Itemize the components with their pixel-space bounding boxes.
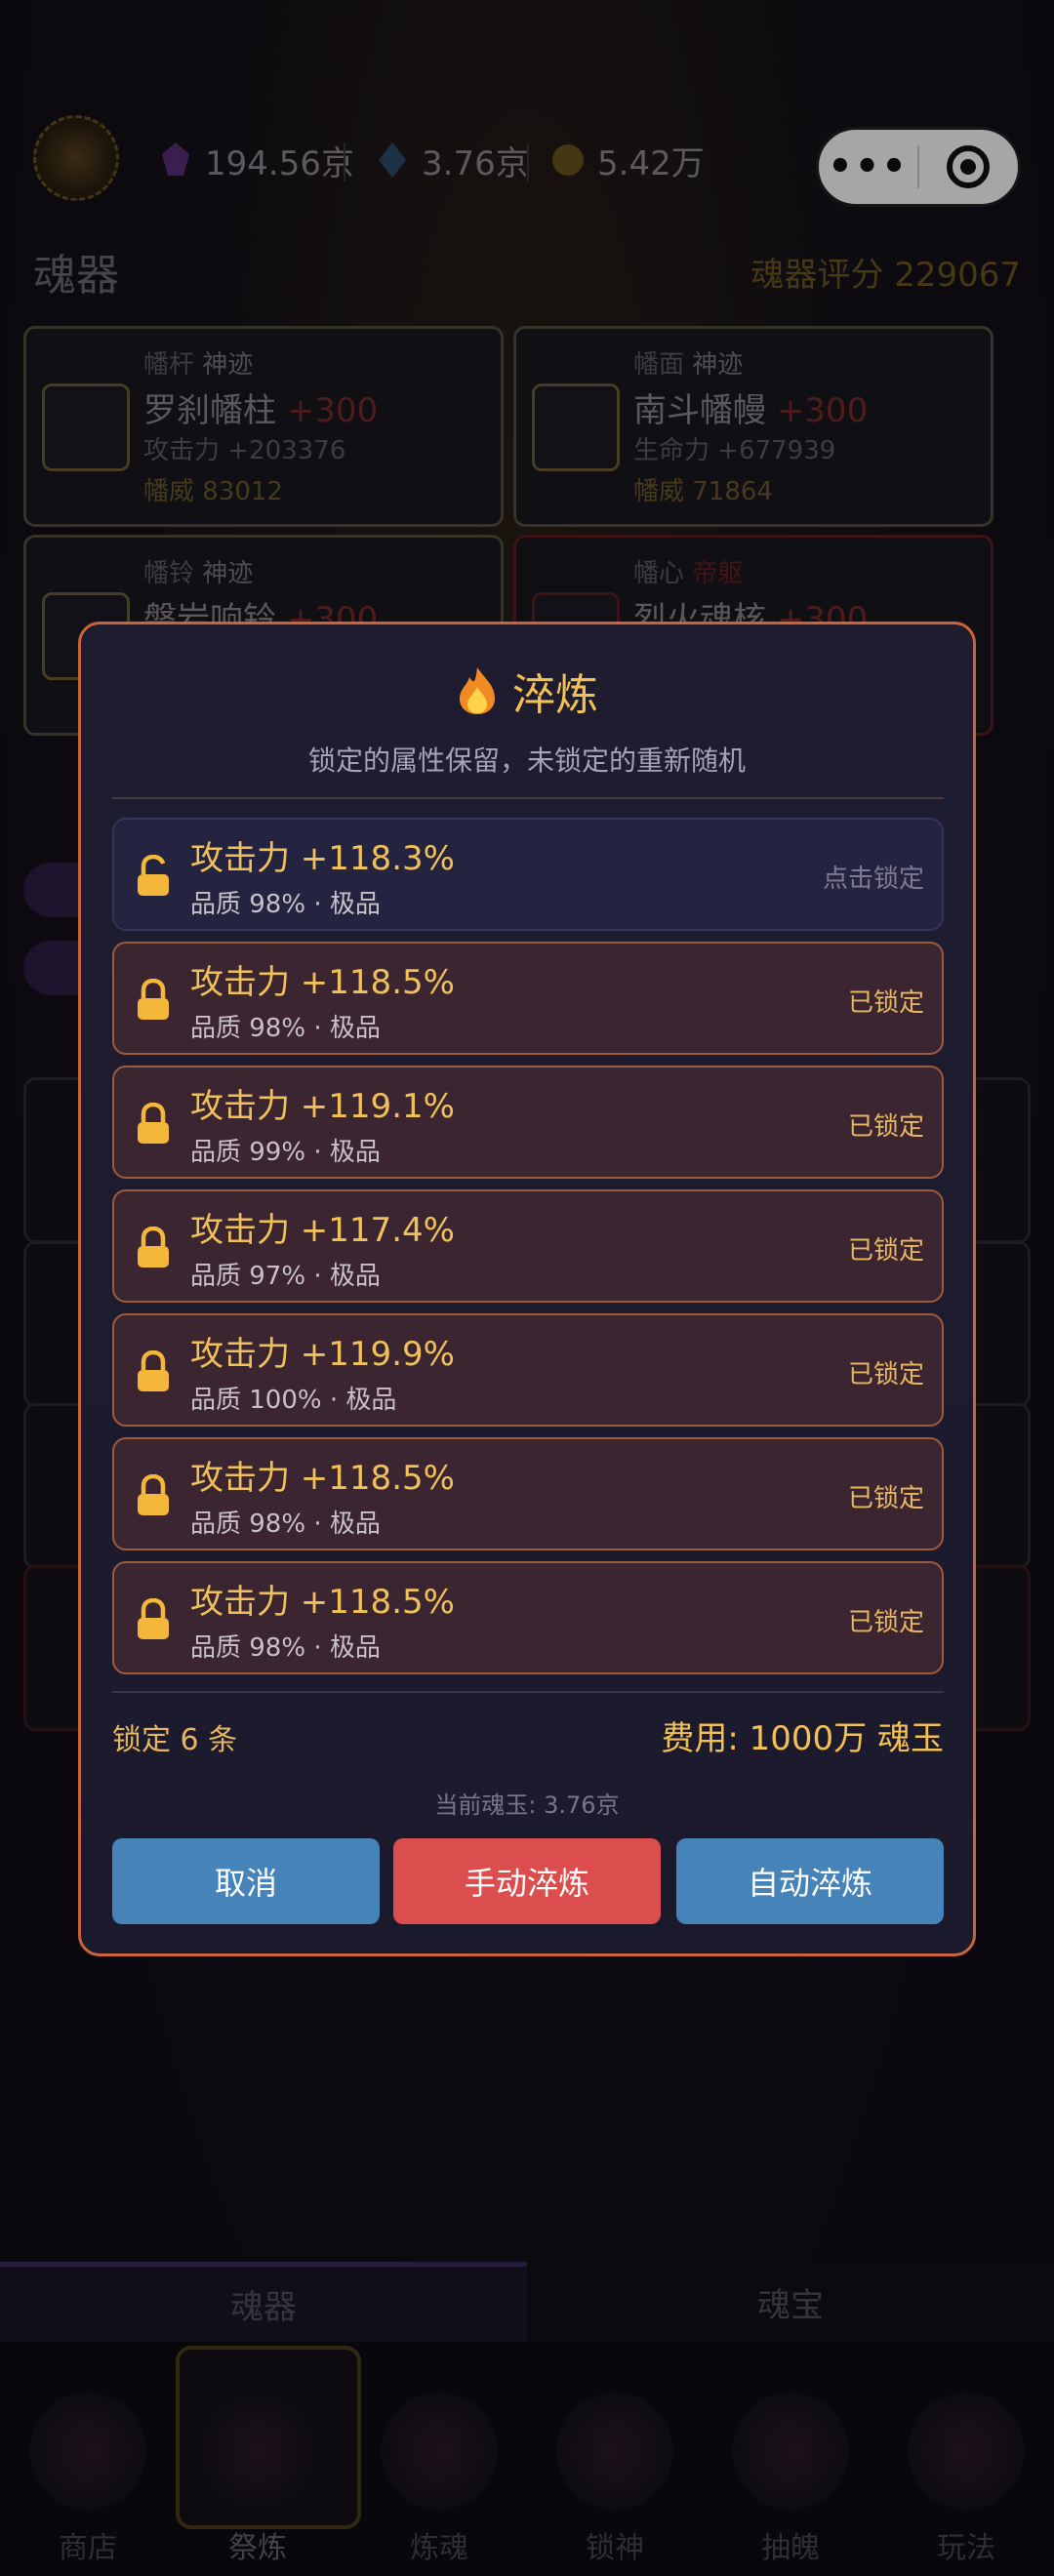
- attribute-quality: 品质 98% · 极品: [190, 1509, 381, 1539]
- lock-count: 锁定 6 条: [112, 1723, 238, 1757]
- lock-toggle[interactable]: 已锁定: [848, 983, 924, 1019]
- lock-toggle[interactable]: 已锁定: [848, 1478, 924, 1514]
- attribute-quality: 品质 98% · 极品: [190, 1633, 381, 1663]
- lock-toggle[interactable]: 已锁定: [848, 1354, 924, 1390]
- current-balance: 当前魂玉: 3.76京: [434, 1791, 620, 1819]
- divider: [112, 797, 944, 799]
- attribute-name: 攻击力 +119.9%: [190, 1335, 455, 1374]
- attribute-row[interactable]: 攻击力 +119.1% 品质 99% · 极品 已锁定: [112, 1066, 944, 1179]
- lock-toggle[interactable]: 已锁定: [848, 1602, 924, 1638]
- lock-toggle[interactable]: 点击锁定: [823, 859, 924, 895]
- attribute-name: 攻击力 +119.1%: [190, 1087, 455, 1126]
- auto-refine-button[interactable]: 自动淬炼: [676, 1838, 944, 1924]
- attribute-name: 攻击力 +118.3%: [190, 839, 455, 878]
- lock-toggle[interactable]: 已锁定: [848, 1230, 924, 1267]
- lock-icon: [138, 1598, 169, 1639]
- dialog-subtitle: 锁定的属性保留，未锁定的重新随机: [307, 745, 746, 777]
- refine-cost: 费用: 1000万 魂玉: [661, 1719, 944, 1758]
- refine-dialog: 淬炼 锁定的属性保留，未锁定的重新随机 攻击力 +118.3% 品质 98% ·…: [78, 622, 976, 1956]
- lock-icon: [138, 979, 169, 1020]
- divider: [112, 1691, 944, 1693]
- dialog-title: 淬炼: [512, 670, 598, 720]
- attribute-name: 攻击力 +118.5%: [190, 963, 455, 1002]
- attribute-row[interactable]: 攻击力 +117.4% 品质 97% · 极品 已锁定: [112, 1189, 944, 1303]
- dialog-header: 淬炼: [81, 660, 973, 722]
- unlock-icon: [138, 855, 169, 896]
- attribute-row[interactable]: 攻击力 +118.5% 品质 98% · 极品 已锁定: [112, 1437, 944, 1550]
- attribute-row[interactable]: 攻击力 +118.5% 品质 98% · 极品 已锁定: [112, 942, 944, 1055]
- attribute-quality: 品质 99% · 极品: [190, 1138, 381, 1167]
- attribute-name: 攻击力 +117.4%: [190, 1211, 455, 1250]
- cancel-button[interactable]: 取消: [112, 1838, 380, 1924]
- lock-icon: [138, 1227, 169, 1268]
- fire-icon: [460, 667, 495, 714]
- attribute-name: 攻击力 +118.5%: [190, 1583, 455, 1622]
- attribute-row[interactable]: 攻击力 +119.9% 品质 100% · 极品 已锁定: [112, 1313, 944, 1427]
- lock-toggle[interactable]: 已锁定: [848, 1107, 924, 1143]
- lock-icon: [138, 1474, 169, 1515]
- attribute-quality: 品质 98% · 极品: [190, 890, 381, 919]
- lock-icon: [138, 1103, 169, 1144]
- attribute-row[interactable]: 攻击力 +118.5% 品质 98% · 极品 已锁定: [112, 1561, 944, 1674]
- attribute-name: 攻击力 +118.5%: [190, 1459, 455, 1498]
- attribute-quality: 品质 97% · 极品: [190, 1262, 381, 1291]
- lock-icon: [138, 1350, 169, 1391]
- manual-refine-button[interactable]: 手动淬炼: [393, 1838, 661, 1924]
- attribute-quality: 品质 100% · 极品: [190, 1386, 397, 1415]
- attribute-quality: 品质 98% · 极品: [190, 1014, 381, 1043]
- attribute-row[interactable]: 攻击力 +118.3% 品质 98% · 极品 点击锁定: [112, 818, 944, 931]
